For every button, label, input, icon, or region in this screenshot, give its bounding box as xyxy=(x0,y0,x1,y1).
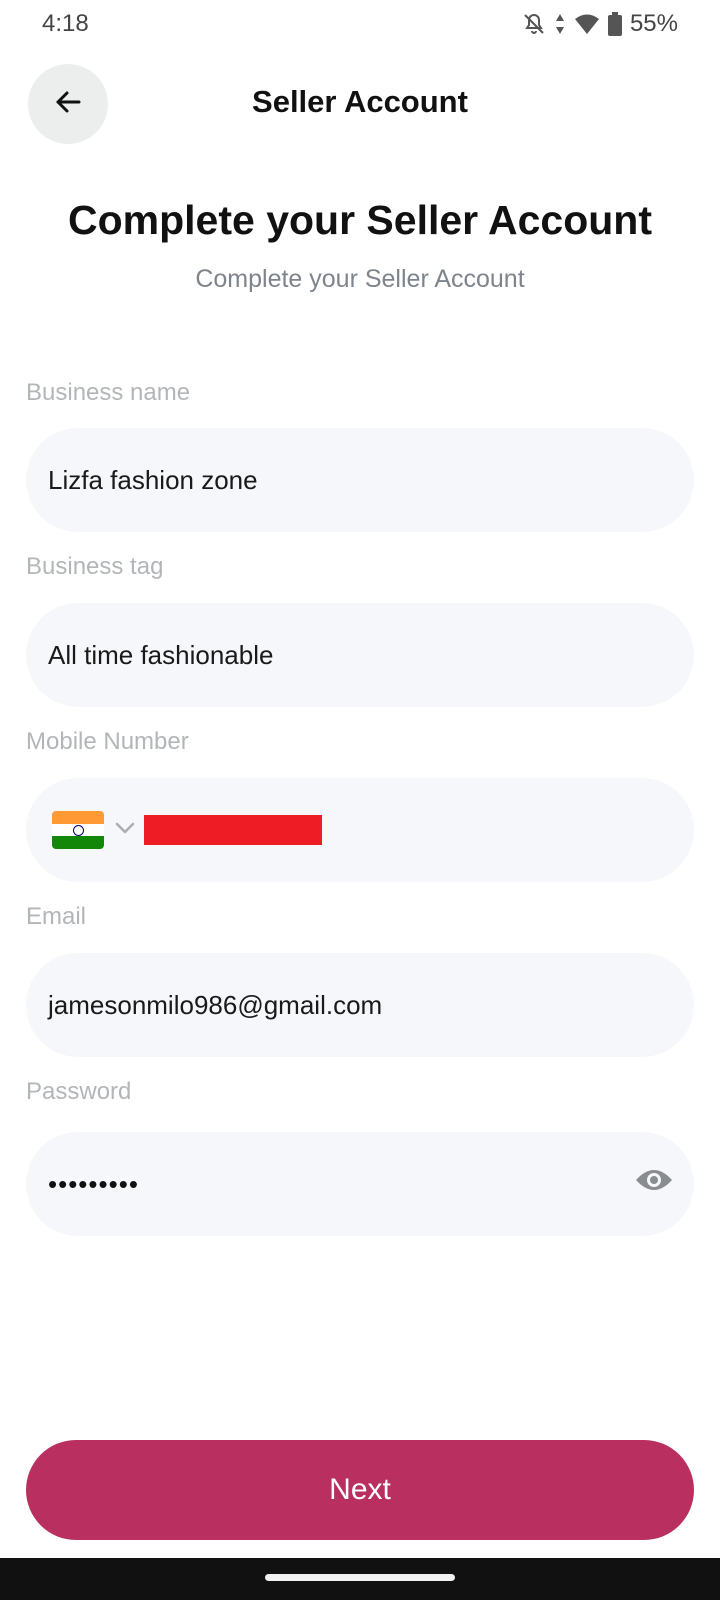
email-value: jamesonmilo986@gmail.com xyxy=(48,989,383,1020)
india-flag-icon[interactable] xyxy=(52,811,104,849)
eye-icon[interactable] xyxy=(634,1166,674,1199)
page-subtitle: Complete your Seller Account xyxy=(195,265,525,293)
business-name-value: Lizfa fashion zone xyxy=(48,464,258,495)
page-title: Complete your Seller Account xyxy=(68,197,652,243)
password-value: ••••••••• xyxy=(48,1168,139,1199)
business-tag-field[interactable]: All time fashionable xyxy=(26,603,694,707)
chevron-down-icon[interactable] xyxy=(114,821,136,840)
business-tag-label: Business tag xyxy=(26,553,164,580)
notifications-off-icon xyxy=(522,12,546,36)
mobile-number-field[interactable] xyxy=(26,778,694,882)
business-name-field[interactable]: Lizfa fashion zone xyxy=(26,428,694,532)
password-field[interactable]: ••••••••• xyxy=(26,1132,694,1236)
home-indicator[interactable] xyxy=(265,1574,455,1581)
mobile-number-label: Mobile Number xyxy=(26,728,189,755)
status-icons: 55% xyxy=(522,8,678,40)
business-tag-value: All time fashionable xyxy=(48,639,274,670)
battery-percent: 55% xyxy=(629,10,678,37)
status-time: 4:18 xyxy=(42,10,89,37)
wifi-icon xyxy=(574,13,600,35)
app-bar-title: Seller Account xyxy=(252,84,468,119)
app-bar: Seller Account xyxy=(0,62,720,144)
status-bar: 4:18 55% xyxy=(0,0,720,50)
email-field[interactable]: jamesonmilo986@gmail.com xyxy=(26,953,694,1057)
next-button[interactable]: Next xyxy=(26,1440,694,1540)
mobile-number-redacted xyxy=(144,815,322,845)
email-label: Email xyxy=(26,903,87,930)
data-arrows-icon xyxy=(554,12,566,36)
battery-icon xyxy=(607,12,622,36)
business-name-label: Business name xyxy=(26,379,191,406)
navigation-bar xyxy=(0,1558,720,1600)
password-label: Password xyxy=(26,1078,132,1105)
